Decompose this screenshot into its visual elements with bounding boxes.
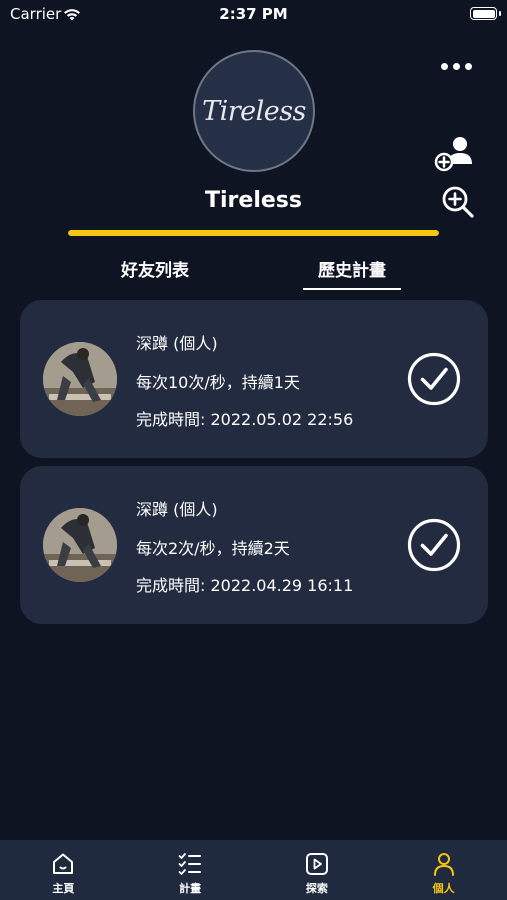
more-icon-dot [465, 62, 472, 70]
more-button[interactable] [441, 58, 475, 74]
home-icon [53, 853, 74, 874]
person-icon [433, 853, 454, 876]
active-tab-indicator [303, 288, 401, 290]
tab-label: 好友列表 [121, 261, 189, 281]
check-circle-icon [407, 518, 461, 572]
bottom-tab-bar: 主頁 計畫 探索 個人 [0, 840, 507, 900]
progress-bar-fill [68, 230, 439, 236]
tab-friends-list[interactable]: 好友列表 [105, 256, 205, 290]
clock: 2:37 PM [219, 5, 288, 23]
add-friend-icon[interactable] [434, 134, 476, 174]
progress-bar [68, 230, 439, 236]
nav-label: 計畫 [179, 882, 202, 895]
checklist-icon [178, 853, 202, 875]
play-icon [305, 853, 328, 875]
more-icon-dot [441, 62, 448, 70]
profile-username: Tireless [205, 188, 302, 213]
nav-label: 探索 [305, 882, 328, 895]
plan-card[interactable]: 深蹲 (個人) 每次2次/秒，持續2天 完成時間: 2022.04.29 16:… [20, 466, 488, 624]
check-circle-icon [407, 352, 461, 406]
tab-history-plans[interactable]: 歷史計畫 [303, 256, 401, 290]
plan-thumbnail [43, 342, 117, 416]
more-icon-dot [453, 62, 460, 70]
nav-home[interactable]: 主頁 [0, 840, 127, 900]
plan-thumbnail [43, 508, 117, 582]
nav-label: 個人 [432, 882, 455, 895]
battery-icon [470, 7, 497, 20]
plan-completed-time: 完成時間: 2022.05.02 22:56 [136, 410, 354, 429]
avatar-logo-text: Tireless [202, 95, 306, 127]
plan-detail: 每次10次/秒，持續1天 [136, 373, 300, 392]
profile-avatar[interactable]: Tireless [193, 50, 315, 172]
nav-profile[interactable]: 個人 [380, 840, 507, 900]
nav-label: 主頁 [52, 882, 75, 895]
status-bar: Carrier 2:37 PM [0, 0, 507, 30]
plan-title: 深蹲 (個人) [136, 500, 218, 519]
plan-card[interactable]: 深蹲 (個人) 每次10次/秒，持續1天 完成時間: 2022.05.02 22… [20, 300, 488, 458]
plan-title: 深蹲 (個人) [136, 334, 218, 353]
nav-plans[interactable]: 計畫 [127, 840, 254, 900]
battery-cap [499, 11, 501, 16]
nav-explore[interactable]: 探索 [254, 840, 381, 900]
plan-completed-time: 完成時間: 2022.04.29 16:11 [136, 576, 354, 595]
tab-label: 歷史計畫 [318, 261, 386, 281]
plan-detail: 每次2次/秒，持續2天 [136, 539, 290, 558]
